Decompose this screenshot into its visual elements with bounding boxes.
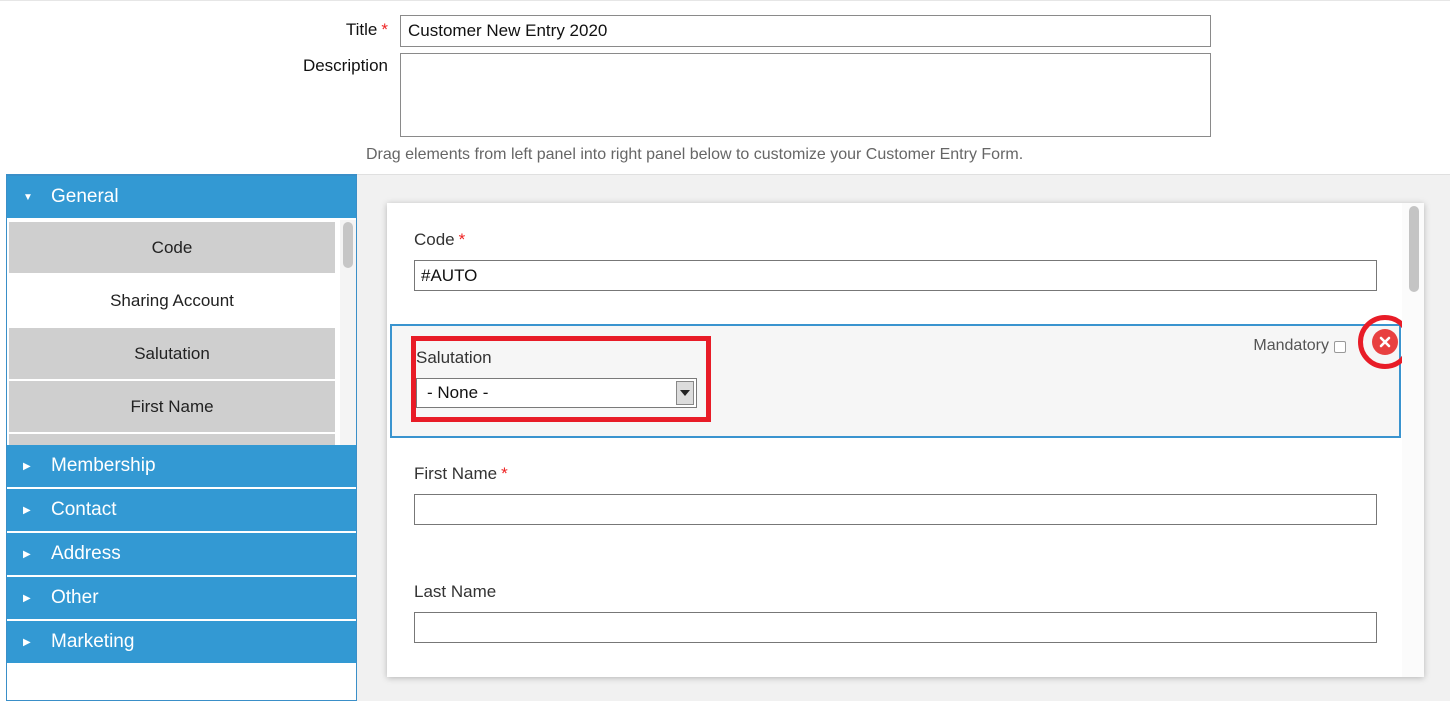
first-name-label: First Name * [414, 464, 508, 483]
palette-item-partial[interactable] [9, 434, 335, 445]
caret-down-icon: ▼ [23, 191, 33, 203]
close-icon [1379, 336, 1391, 348]
code-label: Code * [414, 230, 466, 249]
scrollbar-thumb[interactable] [1409, 206, 1419, 292]
accordion-other[interactable]: ▶ Other [7, 577, 356, 621]
code-input[interactable]: #AUTO [414, 260, 1377, 291]
caret-right-icon: ▶ [23, 460, 31, 472]
description-label: Description [302, 56, 388, 75]
first-name-input[interactable] [414, 494, 1377, 525]
chevron-down-icon [680, 390, 690, 396]
remove-field-button[interactable] [1372, 329, 1398, 355]
accordion-general[interactable]: ▼ General [7, 176, 356, 220]
general-field-list: Code Sharing Account Salutation First Na… [7, 220, 356, 445]
preview-scrollbar[interactable] [1402, 203, 1424, 677]
caret-right-icon: ▶ [23, 636, 31, 648]
highlight-box: Salutation - None - [411, 336, 711, 422]
title-input[interactable]: Customer New Entry 2020 [400, 15, 1211, 47]
scrollbar-thumb[interactable] [343, 222, 353, 268]
required-marker: * [381, 20, 388, 39]
field-palette-panel: ▼ General Code Sharing Account Salutatio… [6, 174, 357, 701]
palette-item-sharing-account[interactable]: Sharing Account [9, 275, 335, 326]
title-label: Title * [345, 20, 388, 39]
last-name-input[interactable] [414, 612, 1377, 643]
accordion-marketing[interactable]: ▶ Marketing [7, 621, 356, 665]
required-marker: * [501, 464, 508, 483]
caret-right-icon: ▶ [23, 504, 31, 516]
description-textarea[interactable] [400, 53, 1211, 137]
selected-field-salutation[interactable]: Salutation - None - Mandatory [390, 315, 1412, 438]
drag-hint-text: Drag elements from left panel into right… [366, 146, 1024, 163]
palette-item-first-name[interactable]: First Name [9, 381, 335, 432]
salutation-select[interactable]: - None - [416, 378, 697, 408]
palette-item-salutation[interactable]: Salutation [9, 328, 335, 379]
palette-scrollbar[interactable] [340, 220, 356, 445]
form-preview-card: Code * #AUTO Salutation - None - Mandator… [387, 203, 1424, 677]
mandatory-label: Mandatory [1253, 337, 1329, 354]
mandatory-checkbox[interactable] [1334, 341, 1346, 353]
dropdown-button[interactable] [676, 381, 694, 405]
required-marker: * [458, 230, 466, 249]
top-divider [0, 0, 1450, 1]
palette-item-code[interactable]: Code [9, 222, 335, 273]
accordion-membership[interactable]: ▶ Membership [7, 445, 356, 489]
accordion-contact[interactable]: ▶ Contact [7, 489, 356, 533]
last-name-label: Last Name [414, 582, 497, 601]
caret-right-icon: ▶ [23, 548, 31, 560]
caret-right-icon: ▶ [23, 592, 31, 604]
accordion-address[interactable]: ▶ Address [7, 533, 356, 577]
salutation-label: Salutation [416, 348, 492, 367]
